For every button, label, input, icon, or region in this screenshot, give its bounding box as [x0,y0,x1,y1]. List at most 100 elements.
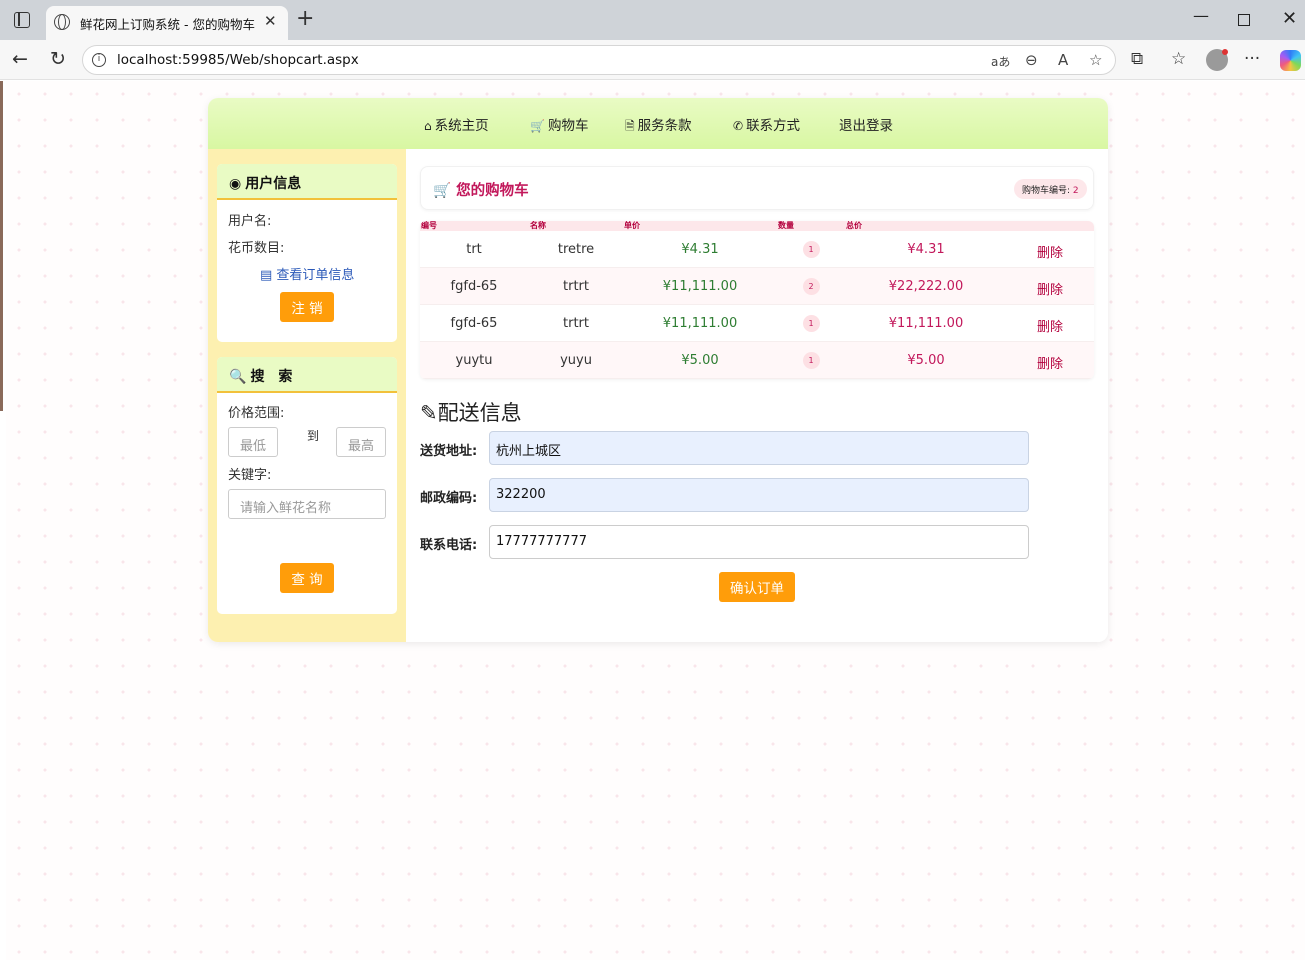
address-label: 送货地址: [420,444,478,459]
delete-link[interactable]: 删除 [1006,279,1094,298]
phone-input[interactable]: 17777777777 [489,525,1029,559]
search-panel: 🔍 搜 索 价格范围: 最低 到 最高 关键字: 请输入鲜花名称 查 询 [217,357,397,614]
globe-icon [54,14,70,30]
favorites-icon[interactable]: ☆ [1171,49,1186,69]
cart-table: 编号 名称 单价 数量 总价 trt tretre ¥4.31 1 ¥4.31 … [420,221,1094,379]
site-info-icon[interactable]: i [92,53,106,67]
delete-link[interactable]: 删除 [1006,242,1094,261]
reload-icon[interactable]: ↻ [50,48,66,70]
table-header: 编号 名称 单价 数量 总价 [420,221,1094,231]
cell-price: ¥5.00 [681,353,719,368]
extensions-icon[interactable]: ⧉ [1131,49,1143,69]
cell-id: yuytu [455,353,493,368]
search-button[interactable]: 查 询 [280,563,334,593]
tab-close-icon[interactable]: ✕ [264,12,277,30]
back-arrow-icon[interactable]: ← [12,48,28,70]
keyword-input[interactable]: 请输入鲜花名称 [228,489,386,519]
qty-badge: 2 [802,278,820,295]
view-orders-link[interactable]: ▤ 查看订单信息 [260,264,354,283]
phone-label: 联系电话: [420,538,478,553]
user-info-panel: ◉ 用户信息 用户名: 花币数目: ▤ 查看订单信息 注 销 [217,164,397,342]
username-label: 用户名: [228,214,272,229]
profile-avatar[interactable] [1206,49,1228,71]
sidebar: ◉ 用户信息 用户名: 花币数目: ▤ 查看订单信息 注 销 🔍 搜 索 价格范围:… [208,149,406,642]
maximize-icon[interactable] [1238,14,1250,26]
cell-id: trt [466,242,482,257]
cell-id: fgfd-65 [450,316,498,331]
cart-icon: 🛒 [530,119,545,133]
main-content: 🛒 您的购物车 购物车编号: 2 编号 名称 单价 数量 总价 trt tret… [406,149,1108,642]
logout-button[interactable]: 注 销 [280,292,334,322]
home-icon: ⌂ [424,119,432,133]
read-aloud-icon[interactable]: A [1058,51,1068,69]
table-row: fgfd-65 trtrt ¥11,111.00 1 ¥11,111.00 删除 [420,305,1094,342]
favorite-star-icon[interactable]: ☆ [1089,51,1102,69]
nav-terms[interactable]: 🗎 服务条款 [625,114,692,138]
max-price-input[interactable]: 最高 [336,427,386,457]
cell-qty: 2 [776,278,846,295]
browser-tab-strip: 鲜花网上订购系统 - 您的购物车 ✕ + — ✕ [0,0,1305,40]
cart-title: 🛒 您的购物车 [433,183,529,199]
nav-home[interactable]: ⌂ 系统主页 [424,114,489,134]
confirm-order-button[interactable]: 确认订单 [719,572,795,602]
cell-qty: 1 [776,352,846,369]
cell-price: ¥11,111.00 [662,316,738,331]
shipping-title: ✎配送信息 [420,401,522,425]
cell-total: ¥22,222.00 [888,279,964,294]
col-qty: 数量 [778,221,794,230]
delete-link[interactable]: 删除 [1006,353,1094,372]
table-row: yuytu yuyu ¥5.00 1 ¥5.00 删除 [420,342,1094,379]
new-tab-icon[interactable]: + [296,8,314,30]
list-icon: ▤ [260,268,277,283]
cell-price: ¥11,111.00 [662,279,738,294]
search-header: 🔍 搜 索 [217,357,397,393]
col-total: 总价 [846,221,862,230]
search-icon: 🔍 [229,369,247,385]
address-bar[interactable]: i localhost:59985/Web/shopcart.aspx aあ ⊖… [82,45,1116,75]
qty-badge: 1 [802,352,820,369]
coins-label: 花币数目: [228,241,285,256]
table-row: trt tretre ¥4.31 1 ¥4.31 删除 [420,231,1094,268]
cell-total: ¥11,111.00 [888,316,964,331]
cart-header: 🛒 您的购物车 购物车编号: 2 [420,166,1094,210]
window-edge-strip [0,81,3,411]
price-range-label: 价格范围: [228,406,285,421]
cart-icon: 🛒 [433,183,457,199]
phone-icon: ✆ [733,119,744,133]
cell-name: trtrt [563,316,589,331]
to-label: 到 [307,429,320,443]
browser-tab-active[interactable]: 鲜花网上订购系统 - 您的购物车 ✕ [46,6,288,40]
minimize-icon[interactable]: — [1193,6,1209,25]
address-input[interactable]: 杭州上城区 [489,431,1029,465]
keyword-label: 关键字: [228,468,272,483]
url-text[interactable]: localhost:59985/Web/shopcart.aspx [117,52,359,68]
cell-qty: 1 [776,315,846,332]
edit-icon: ✎ [420,401,438,425]
postcode-input[interactable]: 322200 [489,478,1029,512]
min-price-input[interactable]: 最低 [228,427,278,457]
more-menu-icon[interactable]: ··· [1244,49,1260,69]
nav-cart[interactable]: 🛒 购物车 [530,114,588,134]
window-close-icon[interactable]: ✕ [1282,8,1297,29]
cell-total: ¥5.00 [907,353,945,368]
copilot-icon[interactable] [1280,50,1301,71]
col-price: 单价 [624,221,640,230]
top-navigation: ⌂ 系统主页 🛒 购物车 🗎 服务条款 ✆ 联系方式 退出登录 [208,98,1108,149]
cell-name: tretre [557,242,595,257]
delete-link[interactable]: 删除 [1006,316,1094,335]
cart-number-badge: 购物车编号: 2 [1014,179,1087,199]
sidebar-toggle-icon[interactable] [14,12,30,28]
cell-qty: 1 [776,241,846,258]
cell-price: ¥4.31 [681,242,719,257]
nav-logout[interactable]: 退出登录 [839,114,893,134]
translate-icon[interactable]: aあ [991,53,1010,70]
qty-badge: 1 [802,315,820,332]
table-row: fgfd-65 trtrt ¥11,111.00 2 ¥22,222.00 删除 [420,268,1094,305]
cell-name: trtrt [563,279,589,294]
zoom-out-icon[interactable]: ⊖ [1025,51,1038,69]
nav-contact[interactable]: ✆ 联系方式 [733,114,800,134]
cell-id: fgfd-65 [450,279,498,294]
main-container: ⌂ 系统主页 🛒 购物车 🗎 服务条款 ✆ 联系方式 退出登录 ◉ 用户信息 用户名: 花… [208,98,1108,642]
qty-badge: 1 [802,241,820,258]
document-icon: 🗎 [625,119,635,133]
